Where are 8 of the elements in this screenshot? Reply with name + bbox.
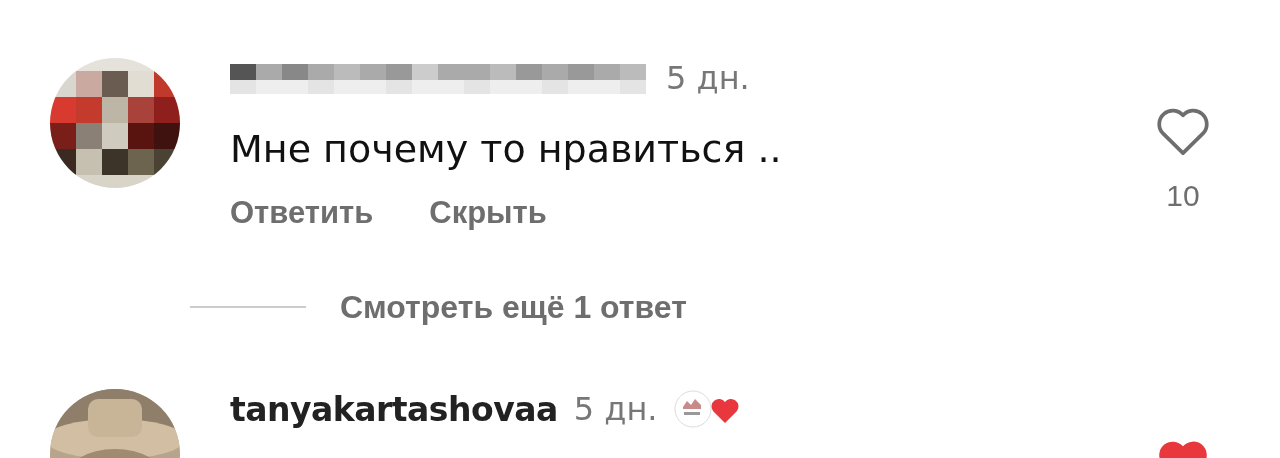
- username[interactable]: tanyakartashovaa: [230, 389, 558, 429]
- like-count: 10: [1166, 179, 1200, 213]
- hide-button[interactable]: Скрыть: [429, 195, 547, 231]
- comment-time: 5 дн.: [573, 390, 658, 428]
- comment-text: Мне почему то нравиться ..: [230, 126, 783, 173]
- view-replies-button[interactable]: Смотреть ещё 1 ответ: [340, 288, 687, 326]
- reply-button[interactable]: Ответить: [230, 195, 374, 231]
- comment-time: 5 дн.: [666, 59, 750, 97]
